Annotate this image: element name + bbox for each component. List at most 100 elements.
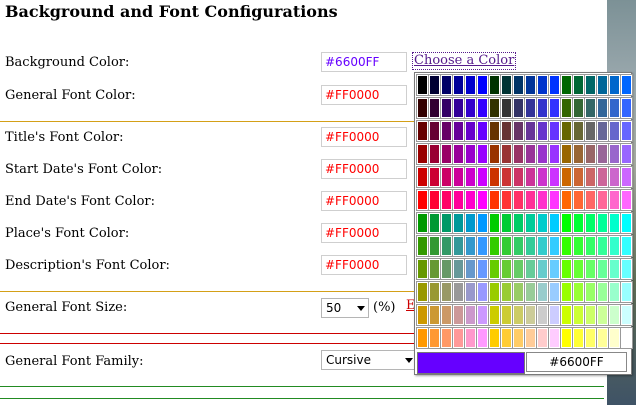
color-swatch[interactable]: [596, 120, 609, 142]
color-swatch[interactable]: [608, 212, 621, 234]
color-swatch[interactable]: [608, 74, 621, 96]
general-font-color-input[interactable]: #FF0000: [321, 85, 407, 105]
color-swatch[interactable]: [536, 212, 549, 234]
color-swatch[interactable]: [488, 235, 501, 257]
color-swatch[interactable]: [416, 74, 429, 96]
color-swatch[interactable]: [452, 97, 465, 119]
color-swatch[interactable]: [608, 120, 621, 142]
color-swatch[interactable]: [536, 327, 549, 349]
color-swatch[interactable]: [548, 166, 561, 188]
color-swatch[interactable]: [596, 212, 609, 234]
color-swatch[interactable]: [476, 235, 489, 257]
color-swatch[interactable]: [500, 212, 513, 234]
color-swatch[interactable]: [500, 97, 513, 119]
color-swatch[interactable]: [572, 212, 585, 234]
color-swatch[interactable]: [524, 189, 537, 211]
color-swatch[interactable]: [620, 143, 633, 165]
color-swatch[interactable]: [512, 97, 525, 119]
color-swatch[interactable]: [524, 120, 537, 142]
color-swatch[interactable]: [488, 212, 501, 234]
color-swatch[interactable]: [524, 327, 537, 349]
color-swatch[interactable]: [584, 74, 597, 96]
color-swatch[interactable]: [452, 212, 465, 234]
color-swatch[interactable]: [476, 212, 489, 234]
color-swatch[interactable]: [416, 327, 429, 349]
color-swatch[interactable]: [608, 304, 621, 326]
color-swatch[interactable]: [560, 212, 573, 234]
color-swatch[interactable]: [560, 97, 573, 119]
color-swatch[interactable]: [476, 304, 489, 326]
color-swatch[interactable]: [560, 327, 573, 349]
color-swatch[interactable]: [440, 212, 453, 234]
color-swatch[interactable]: [452, 166, 465, 188]
color-swatch[interactable]: [512, 235, 525, 257]
color-swatch[interactable]: [464, 281, 477, 303]
title-font-color-input[interactable]: #FF0000: [321, 127, 407, 147]
color-swatch[interactable]: [452, 304, 465, 326]
color-swatch[interactable]: [464, 304, 477, 326]
color-swatch[interactable]: [428, 143, 441, 165]
color-swatch[interactable]: [608, 258, 621, 280]
description-font-color-input[interactable]: #FF0000: [321, 255, 407, 275]
color-swatch[interactable]: [596, 189, 609, 211]
color-swatch[interactable]: [548, 97, 561, 119]
color-swatch[interactable]: [428, 189, 441, 211]
color-swatch[interactable]: [488, 120, 501, 142]
color-swatch[interactable]: [512, 327, 525, 349]
color-swatch[interactable]: [608, 166, 621, 188]
color-swatch[interactable]: [500, 74, 513, 96]
color-swatch[interactable]: [524, 235, 537, 257]
color-swatch[interactable]: [464, 189, 477, 211]
color-swatch[interactable]: [488, 166, 501, 188]
color-swatch[interactable]: [572, 143, 585, 165]
color-swatch[interactable]: [428, 258, 441, 280]
color-swatch[interactable]: [476, 120, 489, 142]
font-size-select[interactable]: 50: [321, 298, 369, 318]
color-swatch[interactable]: [596, 166, 609, 188]
choose-color-link[interactable]: Choose a Color: [412, 52, 517, 70]
color-swatch[interactable]: [500, 327, 513, 349]
color-swatch[interactable]: [620, 120, 633, 142]
color-swatch[interactable]: [476, 281, 489, 303]
color-swatch[interactable]: [560, 189, 573, 211]
color-swatch[interactable]: [500, 166, 513, 188]
place-font-color-input[interactable]: #FF0000: [321, 223, 407, 243]
color-swatch[interactable]: [464, 258, 477, 280]
color-swatch[interactable]: [584, 143, 597, 165]
color-swatch[interactable]: [452, 258, 465, 280]
color-swatch[interactable]: [620, 97, 633, 119]
color-swatch[interactable]: [608, 235, 621, 257]
color-swatch[interactable]: [560, 304, 573, 326]
color-swatch[interactable]: [428, 212, 441, 234]
color-swatch[interactable]: [500, 120, 513, 142]
color-swatch[interactable]: [560, 74, 573, 96]
color-swatch[interactable]: [464, 235, 477, 257]
color-swatch[interactable]: [548, 235, 561, 257]
color-swatch[interactable]: [440, 281, 453, 303]
color-swatch[interactable]: [572, 166, 585, 188]
color-swatch[interactable]: [524, 258, 537, 280]
color-swatch[interactable]: [512, 212, 525, 234]
color-swatch[interactable]: [620, 281, 633, 303]
color-swatch[interactable]: [488, 258, 501, 280]
font-family-select[interactable]: Cursive: [321, 350, 417, 370]
color-swatch[interactable]: [524, 97, 537, 119]
color-swatch[interactable]: [440, 235, 453, 257]
color-swatch[interactable]: [416, 304, 429, 326]
color-swatch[interactable]: [500, 258, 513, 280]
color-swatch[interactable]: [416, 143, 429, 165]
color-swatch[interactable]: [452, 189, 465, 211]
color-swatch[interactable]: [548, 212, 561, 234]
color-swatch[interactable]: [428, 281, 441, 303]
color-swatch[interactable]: [428, 97, 441, 119]
color-swatch[interactable]: [416, 235, 429, 257]
color-swatch[interactable]: [548, 120, 561, 142]
color-swatch[interactable]: [428, 166, 441, 188]
color-swatch[interactable]: [524, 304, 537, 326]
color-swatch[interactable]: [476, 74, 489, 96]
color-swatch[interactable]: [572, 258, 585, 280]
color-swatch[interactable]: [452, 74, 465, 96]
color-swatch[interactable]: [440, 189, 453, 211]
color-swatch[interactable]: [488, 143, 501, 165]
color-swatch[interactable]: [512, 281, 525, 303]
